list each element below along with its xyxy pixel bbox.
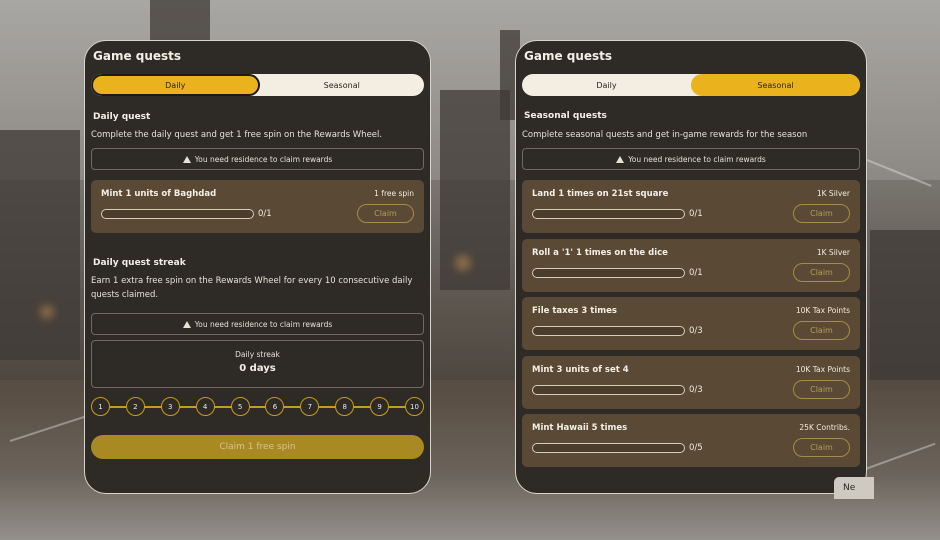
quest-progress-bar bbox=[532, 384, 685, 395]
quest-progress-text: 0/5 bbox=[689, 443, 703, 453]
quest-reward: 10K Tax Points bbox=[795, 306, 850, 315]
seasonal-quests-title: Seasonal quests bbox=[524, 111, 607, 121]
streak-step: 5 bbox=[230, 397, 250, 416]
quest-name: Mint 3 units of set 4 bbox=[532, 364, 629, 375]
seasonal-quest-card: Roll a '1' 1 times on the dice 0/1 1K Silv… bbox=[522, 238, 860, 292]
tab-seasonal[interactable]: Seasonal bbox=[691, 74, 860, 96]
daily-quest-title: Daily quest bbox=[93, 112, 151, 122]
streak-steps-line bbox=[100, 406, 415, 408]
streak-step: 2 bbox=[125, 397, 145, 416]
streak-step: 7 bbox=[300, 397, 320, 416]
quest-name: Land 1 times on 21st square bbox=[532, 189, 669, 199]
quest-reward: 1 free spin bbox=[374, 189, 414, 198]
claim-button[interactable]: Claim bbox=[793, 438, 850, 457]
residence-notice: You need residence to claim rewards bbox=[91, 148, 424, 170]
quest-progress-bar bbox=[532, 209, 685, 219]
quest-progress-text: 0/1 bbox=[689, 267, 703, 278]
residence-notice: You need residence to claim rewards bbox=[522, 148, 860, 170]
quest-name: Mint Hawaii 5 times bbox=[532, 423, 628, 433]
streak-title: Daily quest streak bbox=[93, 258, 186, 268]
streak-value: 0 days bbox=[239, 363, 276, 374]
claim-free-spin-button[interactable]: Claim 1 free spin bbox=[91, 435, 424, 459]
quest-reward: 10K Tax Points bbox=[795, 364, 850, 374]
quest-name: Mint 1 units of Baghdad bbox=[101, 189, 217, 199]
quest-name: File taxes 3 times bbox=[532, 306, 617, 316]
streak-description: Earn 1 extra free spin on the Rewards Wh… bbox=[91, 276, 413, 300]
streak-step: 1 bbox=[91, 397, 110, 416]
streak-label: Daily streak bbox=[235, 350, 280, 359]
panel-title: Game quests bbox=[93, 49, 182, 63]
seasonal-quest-card: Mint 3 units of set 4 0/3 10K Tax Points Cl… bbox=[522, 355, 860, 409]
quest-name: Roll a '1' 1 times on the dice bbox=[532, 247, 668, 258]
seasonal-quest-card: Land 1 times on 21st square 0/1 1K Silver C… bbox=[522, 180, 860, 233]
notice-text: You need residence to claim rewards bbox=[194, 154, 333, 164]
quest-progress-text: 0/1 bbox=[258, 209, 272, 219]
daily-streak-box: Daily streak 0 days bbox=[91, 340, 424, 388]
claim-button[interactable]: Claim bbox=[793, 262, 850, 282]
quest-reward: 1K Silver bbox=[816, 247, 850, 257]
seasonal-quest-card: Mint Hawaii 5 times 0/5 25K Contribs. Claim bbox=[522, 414, 860, 467]
next-button[interactable]: Ne bbox=[834, 477, 874, 499]
panel-title: Game quests bbox=[524, 49, 613, 63]
claim-button[interactable]: Claim bbox=[357, 204, 414, 223]
quest-progress-bar bbox=[101, 209, 254, 219]
tab-daily[interactable]: Daily bbox=[522, 74, 691, 96]
streak-residence-notice: You need residence to claim rewards bbox=[91, 313, 424, 335]
streak-step: 10 bbox=[405, 397, 424, 416]
warning-icon bbox=[616, 155, 625, 163]
streak-step: 9 bbox=[370, 397, 390, 416]
quest-tabs: Daily Seasonal bbox=[522, 74, 860, 96]
quest-progress-bar bbox=[532, 443, 685, 453]
quest-progress-bar bbox=[532, 267, 685, 278]
daily-quest-card: Mint 1 units of Baghdad 0/1 1 free spin … bbox=[91, 180, 424, 233]
quest-progress-text: 0/3 bbox=[689, 384, 703, 395]
seasonal-quests-description: Complete seasonal quests and get in-game… bbox=[522, 130, 808, 140]
quest-tabs: Daily Seasonal bbox=[91, 74, 424, 96]
claim-button[interactable]: Claim bbox=[793, 321, 850, 340]
quest-progress-text: 0/1 bbox=[689, 209, 703, 219]
quest-progress-text: 0/3 bbox=[689, 326, 703, 336]
streak-step: 4 bbox=[195, 397, 215, 416]
streak-step: 3 bbox=[160, 397, 180, 416]
claim-button[interactable]: Claim bbox=[793, 379, 850, 399]
seasonal-quests-panel: Game quests Daily Seasonal Seasonal ques… bbox=[515, 40, 867, 494]
streak-steps: 1 2 3 4 5 6 7 8 9 10 bbox=[91, 397, 424, 416]
streak-step: 8 bbox=[335, 397, 355, 416]
tab-daily[interactable]: Daily bbox=[91, 74, 260, 96]
notice-text: You need residence to claim rewards bbox=[628, 154, 766, 164]
quest-reward: 1K Silver bbox=[816, 189, 850, 198]
streak-step: 6 bbox=[265, 397, 285, 416]
quest-reward: 25K Contribs. bbox=[799, 423, 850, 432]
notice-text: You need residence to claim rewards bbox=[194, 319, 333, 329]
quest-progress-bar bbox=[532, 326, 685, 336]
daily-quest-description: Complete the daily quest and get 1 free … bbox=[91, 130, 383, 140]
warning-icon bbox=[182, 320, 191, 328]
warning-icon bbox=[182, 155, 191, 163]
tab-seasonal[interactable]: Seasonal bbox=[260, 74, 425, 96]
claim-button[interactable]: Claim bbox=[793, 204, 850, 223]
seasonal-quest-card: File taxes 3 times 0/3 10K Tax Points Claim bbox=[522, 297, 860, 350]
daily-quests-panel: Game quests Daily Seasonal Daily quest C… bbox=[84, 40, 431, 494]
